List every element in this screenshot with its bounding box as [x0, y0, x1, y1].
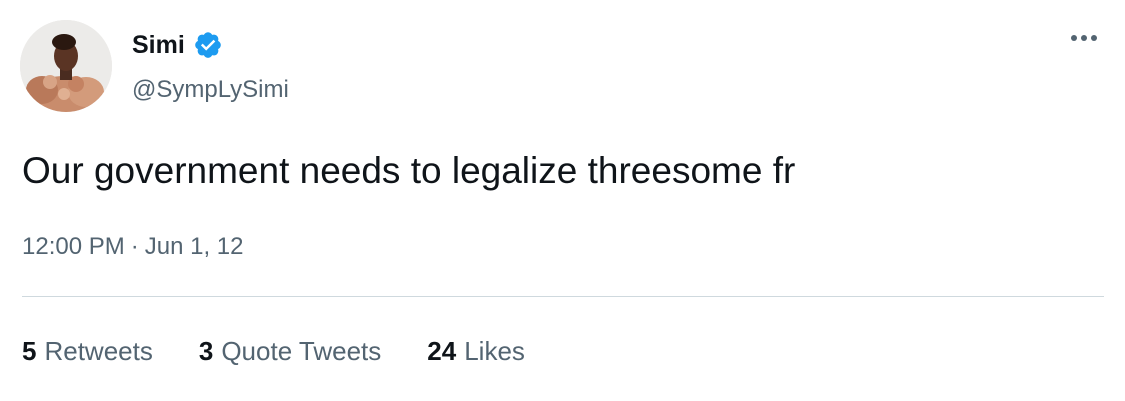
tweet-stats: 5 Retweets 3 Quote Tweets 24 Likes [22, 333, 525, 369]
more-horizontal-icon[interactable] [1064, 26, 1104, 50]
retweets-count: 5 [22, 336, 37, 366]
divider [22, 296, 1104, 297]
author-display-name[interactable]: Simi [132, 28, 185, 62]
tweet-time: 12:00 PM [22, 233, 125, 260]
tweet-card: Simi @SympLySimi Our government needs to… [0, 0, 1125, 401]
quote-tweets-stat[interactable]: 3 Quote Tweets [199, 333, 381, 369]
author-name-row: Simi [132, 28, 223, 62]
quote-tweets-label: Quote Tweets [221, 336, 382, 366]
tweet-date: Jun 1, 12 [144, 233, 244, 260]
likes-count: 24 [427, 336, 457, 366]
tweet-timestamp[interactable]: 12:00 PM · Jun 1, 12 [22, 230, 243, 264]
verified-badge-icon [193, 30, 223, 60]
retweets-label: Retweets [44, 336, 153, 366]
profile-photo-icon [20, 20, 112, 112]
likes-label: Likes [464, 336, 525, 366]
tweet-text: Our government needs to legalize threeso… [22, 150, 796, 191]
retweets-stat[interactable]: 5 Retweets [22, 333, 153, 369]
quote-tweets-count: 3 [198, 336, 214, 366]
avatar[interactable] [20, 20, 112, 112]
likes-stat[interactable]: 24 Likes [427, 333, 525, 369]
timestamp-separator: · [130, 233, 139, 260]
author-handle[interactable]: @SympLySimi [132, 74, 289, 106]
